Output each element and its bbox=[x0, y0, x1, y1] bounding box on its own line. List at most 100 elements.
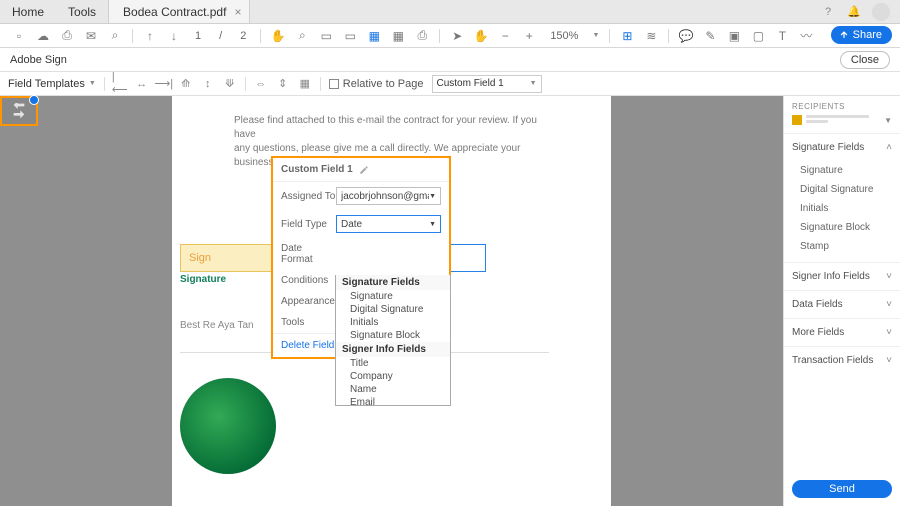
image-tool-icon[interactable]: ▣ bbox=[727, 29, 741, 43]
tab-close-icon[interactable]: × bbox=[234, 5, 241, 19]
chevron-down-icon: ˅ bbox=[886, 355, 892, 366]
chevron-down-icon: ˅ bbox=[886, 299, 892, 310]
align-top-icon[interactable]: ⟰ bbox=[179, 77, 193, 91]
pencil-icon[interactable] bbox=[359, 165, 369, 175]
view-mode-icon[interactable]: ▦ bbox=[367, 29, 381, 43]
field-type-option[interactable]: Name bbox=[336, 383, 450, 396]
mail-icon[interactable]: ✉ bbox=[84, 29, 98, 43]
align-left-icon[interactable]: |⟵ bbox=[113, 77, 127, 91]
relative-to-page-toggle[interactable]: Relative to Page bbox=[329, 78, 424, 90]
print2-icon[interactable]: ⎙ bbox=[415, 29, 429, 43]
search-icon[interactable]: ⌕ bbox=[108, 29, 122, 43]
match-height-icon[interactable]: ⇕ bbox=[276, 77, 290, 91]
signature-caption: Signature bbox=[180, 274, 226, 285]
field-type-option[interactable]: Digital Signature bbox=[336, 303, 450, 316]
regards-text: Best Re Aya Tan bbox=[180, 318, 254, 333]
share-button-label: Share bbox=[853, 29, 882, 41]
pointer-icon[interactable]: ➤ bbox=[450, 29, 464, 43]
page-down-icon[interactable]: ↓ bbox=[167, 29, 181, 43]
right-panel: RECIPIENTS ▼ Signature Fields˄SignatureD… bbox=[783, 96, 900, 506]
reflow-icon[interactable]: ≋ bbox=[644, 29, 658, 43]
accordion-title: Signature Fields bbox=[792, 142, 864, 153]
fit-page-icon[interactable]: ▭ bbox=[343, 29, 357, 43]
notification-icon[interactable]: 🔔 bbox=[846, 4, 862, 20]
top-tabbar: Home Tools Bodea Contract.pdf × ? 🔔 bbox=[0, 0, 900, 24]
chevron-down-icon: ▼ bbox=[429, 221, 436, 228]
align-center-h-icon[interactable]: ↔ bbox=[135, 77, 149, 91]
field-palette-item[interactable]: Signature bbox=[784, 161, 900, 180]
zoom-level[interactable]: 150% bbox=[546, 30, 582, 42]
account-avatar-icon[interactable] bbox=[872, 3, 890, 21]
print-icon[interactable]: ⎙ bbox=[60, 29, 74, 43]
nudge-badge-icon bbox=[29, 95, 39, 105]
field-palette-item[interactable]: Digital Signature bbox=[784, 180, 900, 199]
field-type-dropdown-menu: Signature FieldsSignatureDigital Signatu… bbox=[335, 275, 451, 406]
field-type-option[interactable]: Initials bbox=[336, 316, 450, 329]
zoom-in-icon[interactable]: + bbox=[522, 29, 536, 43]
accordion-title: More Fields bbox=[792, 327, 844, 338]
recipients-header: RECIPIENTS bbox=[784, 96, 900, 113]
assigned-to-select[interactable]: jacobrjohnson@gmail.com (Gro ▼ bbox=[336, 187, 441, 205]
send-button[interactable]: Send bbox=[792, 480, 892, 498]
tab-document-label: Bodea Contract.pdf bbox=[123, 5, 226, 19]
field-type-option[interactable]: Signature bbox=[336, 290, 450, 303]
field-palette-item[interactable]: Stamp bbox=[784, 237, 900, 256]
field-palette-item[interactable]: Initials bbox=[784, 199, 900, 218]
highlight-icon[interactable]: ✎ bbox=[703, 29, 717, 43]
chevron-down-icon: ˅ bbox=[886, 327, 892, 338]
recipient-item[interactable]: ▼ bbox=[784, 113, 900, 133]
match-both-icon[interactable]: ▦ bbox=[298, 77, 312, 91]
template-bar: Field Templates ▼ |⟵ ↔ ⟶| ⟰ ↕ ⟱ ⇔ ⇕ ▦ Re… bbox=[0, 72, 900, 96]
tools-label: Tools bbox=[281, 317, 336, 328]
custom-field-select[interactable]: Custom Field 1 ▼ bbox=[432, 75, 542, 93]
snap-icon[interactable]: ⊞ bbox=[620, 29, 634, 43]
hand-icon[interactable]: ✋ bbox=[271, 29, 285, 43]
field-type-label: Field Type bbox=[281, 219, 336, 230]
chevron-up-icon: ˄ bbox=[886, 142, 892, 153]
field-palette-item[interactable]: Signature Block bbox=[784, 218, 900, 237]
draw-tool-icon[interactable]: 〰 bbox=[799, 29, 813, 43]
share-button[interactable]: Share bbox=[831, 26, 892, 44]
accordion-header[interactable]: Transaction Fields˅ bbox=[784, 347, 900, 374]
comment-icon[interactable]: 💬 bbox=[679, 29, 693, 43]
align-bottom-icon[interactable]: ⟱ bbox=[223, 77, 237, 91]
chevron-down-icon: ▼ bbox=[884, 116, 892, 125]
recipient-color-swatch bbox=[792, 115, 802, 125]
field-type-option[interactable]: Email bbox=[336, 396, 450, 406]
field-type-option[interactable]: Title bbox=[336, 357, 450, 370]
nudge-tool-button[interactable] bbox=[0, 96, 38, 126]
assigned-to-value: jacobrjohnson@gmail.com (Gro bbox=[341, 191, 429, 202]
accordion-header[interactable]: More Fields ˅ bbox=[784, 319, 900, 346]
close-button[interactable]: Close bbox=[840, 51, 890, 69]
field-templates-dropdown[interactable]: Field Templates ▼ bbox=[8, 78, 96, 90]
page-thumb-icon[interactable]: ▭ bbox=[319, 29, 333, 43]
align-middle-v-icon[interactable]: ↕ bbox=[201, 77, 215, 91]
share-arrow-icon bbox=[839, 30, 849, 40]
popover-title: Custom Field 1 bbox=[281, 164, 353, 175]
accordion-header[interactable]: Signature Fields ˄ bbox=[784, 134, 900, 161]
align-right-icon[interactable]: ⟶| bbox=[157, 77, 171, 91]
media-icon[interactable]: ▦ bbox=[391, 29, 405, 43]
field-type-option[interactable]: Company bbox=[336, 370, 450, 383]
stamp-tool-icon[interactable]: ▢ bbox=[751, 29, 765, 43]
pan-icon[interactable]: ✋ bbox=[474, 29, 488, 43]
match-width-icon[interactable]: ⇔ bbox=[254, 77, 268, 91]
save-icon[interactable]: ▫ bbox=[12, 29, 26, 43]
cloud-icon[interactable]: ☁ bbox=[36, 29, 50, 43]
zoom-select-icon[interactable]: ⌕ bbox=[295, 29, 309, 43]
text-tool-icon[interactable]: T bbox=[775, 29, 789, 43]
date-format-label: Date Format bbox=[281, 243, 336, 265]
tab-document[interactable]: Bodea Contract.pdf × bbox=[108, 0, 250, 23]
zoom-out-icon[interactable]: − bbox=[498, 29, 512, 43]
assigned-to-label: Assigned To bbox=[281, 191, 336, 202]
field-type-select[interactable]: Date ▼ bbox=[336, 215, 441, 233]
recipient-email-placeholder bbox=[806, 115, 880, 125]
accordion-header[interactable]: Signer Info Fields˅ bbox=[784, 263, 900, 290]
tab-tools[interactable]: Tools bbox=[56, 0, 108, 23]
accordion-header[interactable]: Data Fields˅ bbox=[784, 291, 900, 318]
field-type-option[interactable]: Signature Block bbox=[336, 329, 450, 342]
help-icon[interactable]: ? bbox=[820, 4, 836, 20]
conditions-label: Conditions bbox=[281, 275, 336, 286]
page-up-icon[interactable]: ↑ bbox=[143, 29, 157, 43]
tab-home[interactable]: Home bbox=[0, 0, 56, 23]
